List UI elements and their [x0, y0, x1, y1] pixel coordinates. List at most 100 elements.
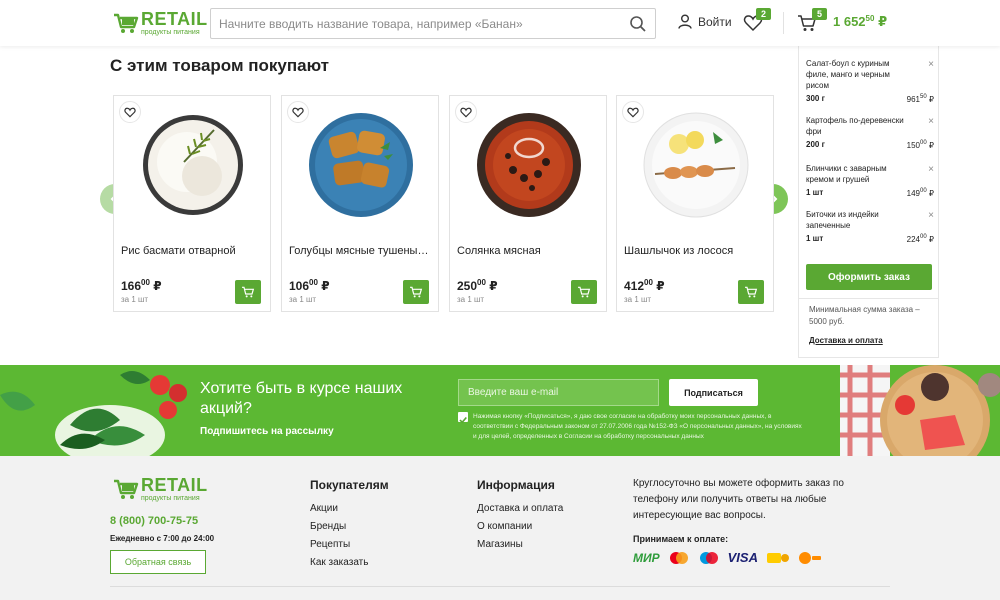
mini-cart-divider	[799, 298, 938, 299]
remove-item-button[interactable]: ×	[928, 164, 934, 175]
cart-item: Биточки из индейки запеченные × 1 шт 224…	[806, 209, 934, 244]
search-input[interactable]	[211, 9, 621, 38]
product-image-rice[interactable]	[132, 104, 254, 226]
cart-logo-icon	[114, 13, 139, 33]
footer-link-recipes[interactable]: Рецепты	[310, 539, 389, 550]
cart-item-qty: 200 г	[806, 140, 825, 149]
section-title: С этим товаром покупают	[110, 56, 330, 75]
footer-link-about[interactable]: О компании	[477, 521, 563, 532]
price-main: 166	[121, 279, 142, 293]
subscribe-button[interactable]: Подписаться	[669, 379, 758, 406]
cart-icon	[745, 286, 758, 298]
product-name[interactable]: Шашлычок из лосося	[624, 245, 769, 257]
product-image-cabbage-rolls[interactable]	[300, 104, 422, 226]
heart-icon	[627, 107, 639, 118]
remove-item-button[interactable]: ×	[928, 210, 934, 221]
phone-number[interactable]: 8 (800) 700-75-75	[110, 515, 198, 527]
heart-icon	[460, 107, 472, 118]
logo[interactable]: RETAIL продукты питания	[113, 10, 208, 36]
cart-item-qty: 1 шт	[806, 234, 824, 243]
product-image-solyanka[interactable]	[468, 104, 590, 226]
price-cents: 50	[919, 94, 927, 100]
footer-link-brands[interactable]: Бренды	[310, 521, 389, 532]
product-card[interactable]: Голубцы мясные тушеные в томатном соусе …	[281, 95, 439, 312]
cart-item-name[interactable]: Картофель по-деревенски фри	[806, 115, 911, 137]
product-unit: за 1 шт	[457, 295, 485, 304]
add-to-cart-button[interactable]	[235, 280, 261, 304]
delivery-payment-link[interactable]: Доставка и оплата	[809, 336, 883, 345]
consent-checkbox[interactable]	[458, 412, 468, 424]
add-to-cart-button[interactable]	[571, 280, 597, 304]
footer-divider	[110, 586, 890, 587]
heart-icon	[292, 107, 304, 118]
min-order-note: Минимальная сумма заказа – 5000 руб.	[809, 305, 920, 326]
remove-item-button[interactable]: ×	[928, 59, 934, 70]
price-currency: ₽	[928, 95, 934, 104]
logo-word: RETAIL	[141, 475, 208, 495]
add-to-favorites-button[interactable]	[622, 101, 644, 123]
feedback-button[interactable]: Обратная связь	[110, 550, 206, 574]
checkout-button[interactable]: Оформить заказ	[806, 264, 932, 290]
price-cents: 00	[644, 278, 653, 287]
payment-title: Принимаем к оплате:	[633, 534, 729, 544]
newsletter-banner: Хотите быть в курсе наших акций? Подпиши…	[0, 365, 1000, 456]
cart-item-name[interactable]: Салат-боул с куриным филе, манго и черны…	[806, 58, 911, 91]
heart-icon	[124, 107, 136, 118]
cart-item: Салат-боул с куриным филе, манго и черны…	[806, 58, 934, 104]
price-currency: ₽	[321, 279, 330, 293]
mini-cart-panel: Салат-боул с куриным филе, манго и черны…	[798, 46, 939, 358]
footer-link-promotions[interactable]: Акции	[310, 503, 389, 514]
working-hours: Ежедневно с 7:00 до 24:00	[110, 534, 215, 543]
search-box	[210, 8, 656, 39]
footer-logo[interactable]: RETAIL продукты питания	[113, 476, 208, 502]
logo-subtitle: продукты питания	[141, 29, 200, 36]
search-icon[interactable]	[629, 15, 647, 33]
cart-icon	[410, 286, 423, 298]
mir-logo: МИР	[633, 550, 660, 565]
product-card[interactable]: Солянка мясная 25000 ₽ за 1 шт	[449, 95, 607, 312]
cart-icon	[242, 286, 255, 298]
visa-logo: VISA	[727, 550, 758, 565]
add-to-cart-button[interactable]	[403, 280, 429, 304]
product-price: 41200 ₽	[624, 278, 665, 293]
product-name[interactable]: Солянка мясная	[457, 245, 602, 257]
price-cents: 00	[919, 140, 927, 146]
add-to-favorites-button[interactable]	[119, 101, 141, 123]
product-price: 16600 ₽	[121, 278, 162, 293]
footer-column-info: Информация Доставка и оплата О компании …	[477, 478, 563, 557]
price-main: 250	[457, 279, 478, 293]
footer-link-delivery[interactable]: Доставка и оплата	[477, 503, 563, 514]
cart-total[interactable]: 1 65250 ₽	[833, 14, 887, 30]
add-to-favorites-button[interactable]	[455, 101, 477, 123]
price-currency: ₽	[928, 235, 934, 244]
remove-item-button[interactable]: ×	[928, 116, 934, 127]
email-input[interactable]	[458, 379, 659, 406]
cart-item-name[interactable]: Блинчики с заварным кремом и грушей	[806, 163, 911, 185]
price-currency: ₽	[928, 141, 934, 150]
price-cents: 00	[141, 278, 150, 287]
qiwi-logo	[798, 551, 821, 564]
newsletter-subtitle: Подпишитесь на рассылку	[200, 426, 334, 437]
column-title: Информация	[477, 478, 555, 492]
cart-item-name[interactable]: Биточки из индейки запеченные	[806, 209, 911, 231]
product-card[interactable]: Шашлычок из лосося 41200 ₽ за 1 шт	[616, 95, 774, 312]
footer-link-stores[interactable]: Магазины	[477, 539, 563, 550]
footer-column-buyers: Покупателям Акции Бренды Рецепты Как зак…	[310, 478, 389, 575]
column-title: Покупателям	[310, 478, 389, 492]
product-name[interactable]: Голубцы мясные тушеные в томатном соусе	[289, 245, 434, 257]
footer: RETAIL продукты питания 8 (800) 700-75-7…	[0, 456, 1000, 600]
add-to-cart-button[interactable]	[738, 280, 764, 304]
login-button[interactable]: Войти	[678, 14, 732, 29]
price-cents: 00	[477, 278, 486, 287]
login-label: Войти	[698, 14, 732, 29]
cart-total-currency: ₽	[878, 14, 888, 29]
price-cents: 00	[919, 234, 927, 240]
cart-item-price: 14900 ₽	[907, 188, 934, 198]
product-card[interactable]: Рис басмати отварной 16600 ₽ за 1 шт	[113, 95, 271, 312]
add-to-favorites-button[interactable]	[287, 101, 309, 123]
price-cents: 00	[309, 278, 318, 287]
price-main: 224	[906, 235, 920, 244]
footer-link-how-to-order[interactable]: Как заказать	[310, 557, 389, 568]
product-image-salmon-skewer[interactable]	[635, 104, 757, 226]
product-name[interactable]: Рис басмати отварной	[121, 245, 266, 257]
